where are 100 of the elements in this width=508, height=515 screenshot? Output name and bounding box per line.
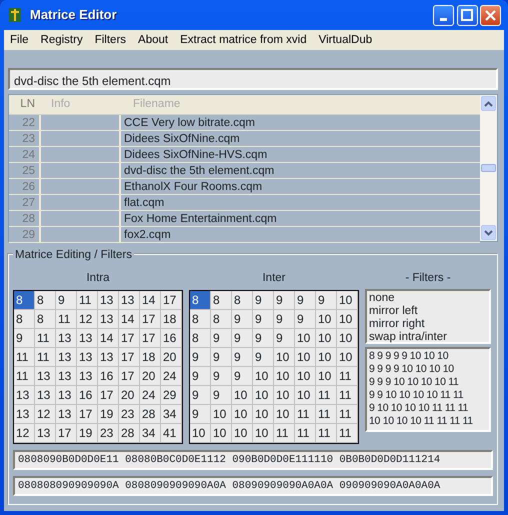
matrix-cell[interactable]: 18 (161, 310, 182, 330)
matrix-cell[interactable]: 13 (56, 405, 77, 424)
matrix-cell[interactable]: 10 (274, 367, 295, 386)
matrix-cell[interactable]: 9 (211, 367, 232, 386)
matrix-cell[interactable]: 13 (56, 386, 77, 406)
filter-option[interactable]: none (369, 292, 487, 306)
matrix-cell[interactable]: 11 (295, 405, 316, 424)
matrix-cell[interactable]: 11 (316, 386, 337, 406)
file-name[interactable]: fox2.cqm (121, 227, 480, 242)
hex-field[interactable]: 080808090909090A 0808090909090A0A 08090909090A0A0A 090909090A0A0A0A (13, 476, 493, 496)
matrix-cell[interactable]: 17 (140, 329, 161, 348)
file-name[interactable]: Didees SixOfNine.cqm (121, 131, 480, 146)
matrix-cell[interactable]: 11 (35, 348, 56, 368)
matrix-cell[interactable]: 24 (161, 367, 182, 386)
close-button[interactable] (480, 4, 502, 26)
matrix-cell[interactable]: 11 (337, 424, 358, 444)
matrix-cell[interactable]: 8 (211, 291, 232, 310)
matrix-cell[interactable]: 19 (98, 405, 119, 424)
matrix-cell[interactable]: 14 (140, 291, 161, 310)
scroll-thumb[interactable] (481, 164, 496, 172)
matrix-cell[interactable]: 13 (56, 367, 77, 386)
matrix-cell[interactable]: 9 (232, 310, 253, 330)
matrix-cell[interactable]: 11 (35, 329, 56, 348)
matrix-cell[interactable]: 10 (211, 424, 232, 444)
matrix-cell[interactable]: 8 (232, 291, 253, 310)
filter-option[interactable]: mirror right (369, 318, 487, 332)
matrix-cell[interactable]: 8 (190, 329, 211, 348)
matrix-cell[interactable]: 10 (274, 405, 295, 424)
matrix-cell[interactable]: 24 (140, 386, 161, 406)
matrix-cell[interactable]: 9 (190, 367, 211, 386)
matrix-cell[interactable]: 9 (14, 329, 35, 348)
matrix-cell[interactable]: 8 (190, 291, 211, 310)
matrix-cell[interactable]: 10 (337, 329, 358, 348)
matrix-cell[interactable]: 9 (232, 329, 253, 348)
matrix-cell[interactable]: 16 (161, 329, 182, 348)
matrix-cell[interactable]: 13 (35, 424, 56, 444)
matrix-cell[interactable]: 23 (119, 405, 140, 424)
matrix-cell[interactable]: 12 (14, 424, 35, 444)
matrix-cell[interactable]: 16 (77, 386, 98, 406)
matrix-cell[interactable]: 9 (211, 348, 232, 368)
matrix-cell[interactable]: 11 (56, 310, 77, 330)
matrix-cell[interactable]: 41 (161, 424, 182, 444)
hex-field[interactable]: 0808090B0D0D0E11 08080B0C0D0E1112 090B0D0D0E111110 0B0B0D0D0D111214 (13, 450, 493, 470)
matrix-cell[interactable]: 20 (161, 348, 182, 368)
matrix-cell[interactable]: 13 (98, 310, 119, 330)
matrix-cell[interactable]: 9 (190, 405, 211, 424)
matrix-cell[interactable]: 10 (253, 424, 274, 444)
matrix-cell[interactable]: 9 (232, 348, 253, 368)
matrix-cell[interactable]: 9 (190, 348, 211, 368)
matrix-cell[interactable]: 18 (140, 348, 161, 368)
matrix-cell[interactable]: 13 (35, 367, 56, 386)
matrix-cell[interactable]: 11 (14, 348, 35, 368)
matrix-cell[interactable]: 17 (119, 329, 140, 348)
menu-item[interactable]: Filters (88, 31, 132, 49)
menu-item[interactable]: About (132, 31, 174, 49)
matrix-cell[interactable]: 17 (119, 348, 140, 368)
matrix-cell[interactable]: 11 (14, 367, 35, 386)
matrix-cell[interactable]: 8 (190, 310, 211, 330)
matrix-cell[interactable]: 8 (211, 310, 232, 330)
matrix-cell[interactable]: 13 (77, 348, 98, 368)
matrix-cell[interactable]: 11 (337, 405, 358, 424)
matrix-cell[interactable]: 9 (274, 310, 295, 330)
file-name[interactable]: CCE Very low bitrate.cqm (121, 115, 480, 130)
minimize-button[interactable] (432, 4, 454, 26)
matrix-cell[interactable]: 8 (35, 310, 56, 330)
menu-item[interactable]: Registry (34, 31, 89, 49)
matrix-cell[interactable]: 10 (211, 405, 232, 424)
matrix-cell[interactable]: 8 (35, 291, 56, 310)
matrix-cell[interactable]: 13 (14, 405, 35, 424)
matrix-cell[interactable]: 9 (232, 367, 253, 386)
matrix-cell[interactable]: 10 (316, 310, 337, 330)
menu-item[interactable]: File (4, 31, 35, 49)
matrix-cell[interactable]: 10 (337, 291, 358, 310)
matrix-cell[interactable]: 10 (253, 405, 274, 424)
matrix-cell[interactable]: 17 (77, 405, 98, 424)
matrix-cell[interactable]: 10 (295, 367, 316, 386)
matrix-cell[interactable]: 10 (190, 424, 211, 444)
matrix-cell[interactable]: 13 (119, 291, 140, 310)
matrix-cell[interactable]: 13 (77, 329, 98, 348)
matrix-cell[interactable]: 10 (274, 348, 295, 368)
matrix-cell[interactable]: 9 (316, 291, 337, 310)
matrix-cell[interactable]: 9 (190, 386, 211, 406)
menu-item[interactable]: Extract matrice from xvid (174, 31, 313, 49)
matrix-cell[interactable]: 10 (232, 424, 253, 444)
filter-option[interactable]: mirror left (369, 305, 487, 318)
matrix-cell[interactable]: 13 (77, 367, 98, 386)
matrix-cell[interactable]: 9 (211, 329, 232, 348)
scroll-down-icon[interactable] (481, 225, 496, 240)
filename-field[interactable]: dvd-disc the 5th element.cqm (8, 68, 498, 90)
matrix-cell[interactable]: 11 (77, 291, 98, 310)
file-name[interactable]: Fox Home Entertainment.cqm (121, 211, 480, 226)
matrix-cell[interactable]: 20 (140, 367, 161, 386)
matrix-cell[interactable]: 9 (274, 329, 295, 348)
matrix-cell[interactable]: 11 (337, 367, 358, 386)
file-name[interactable]: EthanolX Four Rooms.cqm (121, 179, 480, 194)
matrix-cell[interactable]: 34 (161, 405, 182, 424)
matrix-cell[interactable]: 13 (14, 386, 35, 406)
matrix-cell[interactable]: 17 (161, 291, 182, 310)
matrix-cell[interactable]: 28 (119, 424, 140, 444)
matrix-cell[interactable]: 16 (98, 367, 119, 386)
